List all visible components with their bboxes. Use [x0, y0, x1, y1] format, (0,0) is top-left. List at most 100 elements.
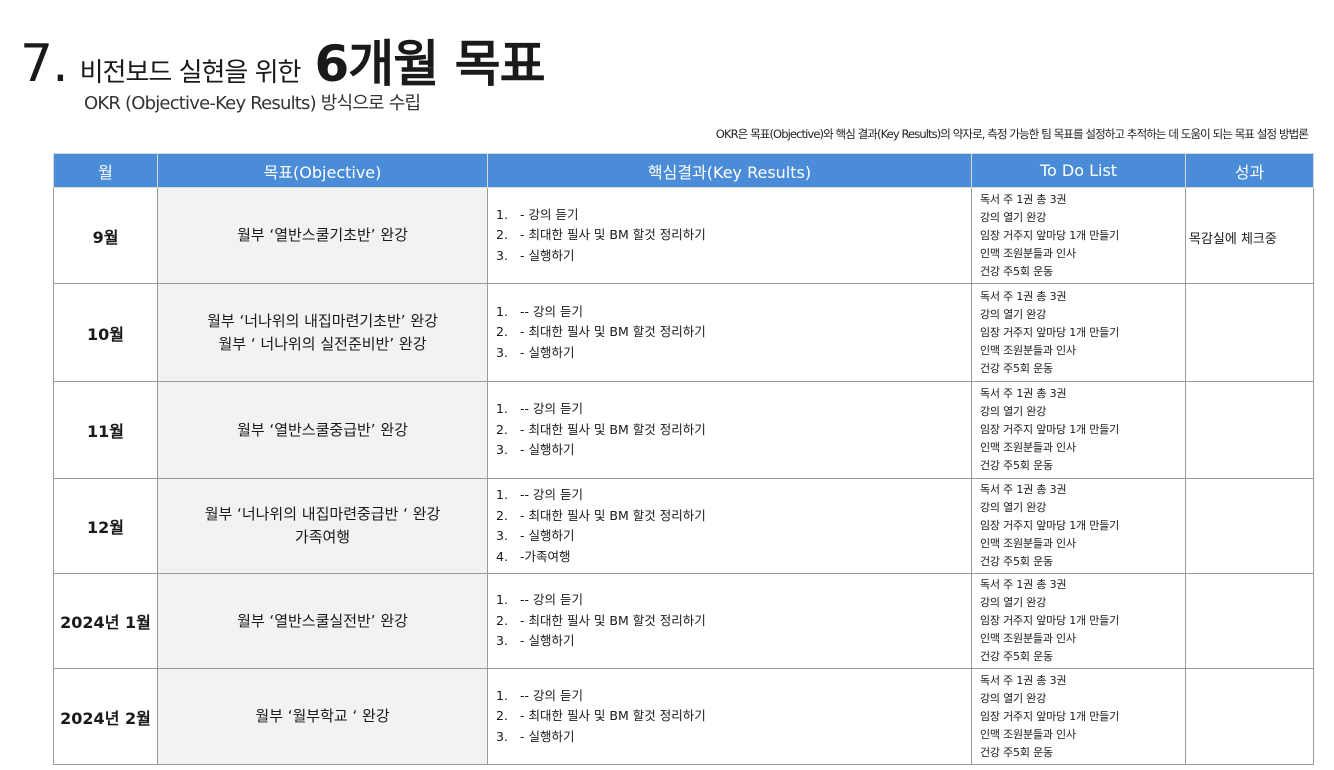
key-result-text: - 최대한 필사 및 BM 할것 정리하기: [520, 612, 706, 628]
key-result-text: -- 강의 듣기: [520, 487, 583, 502]
todo-cell: 독서 주 1권 총 3권 강의 열기 완강 임장 거주지 앞마당 1개 만들기 인맥 …: [971, 381, 1186, 479]
key-results-cell: 1. -- 강의 듣기 2. - 최대한 필사 및 BM 할것 정리하기 3. - 실행하…: [487, 573, 972, 669]
key-result-number: 3.: [496, 247, 508, 263]
key-results-cell: 1. -- 강의 듣기 2. - 최대한 필사 및 BM 할것 정리하기 3. - 실행하…: [487, 668, 972, 765]
key-result-text: - 실행하기: [520, 528, 575, 543]
column-header-result: 성과: [1185, 153, 1314, 188]
todo-item: 임장 거주지 앞마당 1개 만들기: [980, 325, 1120, 339]
result-cell: [1185, 573, 1314, 669]
month-cell: 10월: [53, 283, 158, 382]
objective-line: 월부 ‘열반스쿨중급반’ 완강: [237, 420, 408, 439]
key-result-number: 2.: [496, 507, 508, 523]
key-result-number: 2.: [496, 227, 508, 243]
key-result-item: 2. - 최대한 필사 및 BM 할것 정리하기: [496, 706, 971, 727]
todo-item: 독서 주 1권 총 3권: [980, 483, 1067, 496]
todo-item: 강의 열기 완강: [980, 691, 1047, 705]
okr-note: OKR은 목표(Objective)와 핵심 결과(Key Results)의 …: [715, 127, 1309, 141]
key-results-cell: 1. - 강의 듣기 2. - 최대한 필사 및 BM 할것 정리하기 3. - 실행하기: [487, 187, 972, 284]
key-result-text: -- 강의 듣기: [520, 303, 583, 319]
todo-item: 강의 열기 완강: [980, 405, 1047, 418]
todo-item: 건강 주5회 운동: [980, 650, 1053, 663]
todo-item: 인맥 조원분들과 인사: [980, 727, 1076, 741]
key-result-number: 3.: [496, 344, 508, 360]
todo-item: 인맥 조원분들과 인사: [980, 343, 1076, 357]
key-result-item: 1. -- 강의 듣기: [496, 485, 971, 506]
todo-cell: 독서 주 1권 총 3권강의 열기 완강임장 거주지 앞마당 1개 만들기인맥 …: [971, 187, 1186, 284]
key-result-item: 2. - 최대한 필사 및 BM 할것 정리하기: [496, 506, 971, 527]
column-header-month: 월: [53, 153, 158, 188]
todo-item: 강의 열기 완강: [980, 210, 1047, 224]
column-header-key-results: 핵심결과(Key Results): [487, 153, 972, 188]
key-result-item: 1. -- 강의 듣기: [496, 686, 971, 707]
month-cell: 11월: [53, 381, 158, 479]
result-cell: [1185, 478, 1314, 574]
key-result-number: 3.: [496, 728, 508, 744]
key-result-number: 1.: [496, 303, 508, 319]
key-result-number: 1.: [496, 401, 508, 417]
key-result-text: - 강의 듣기: [520, 206, 579, 222]
todo-item: 인맥 조원분들과 인사: [980, 537, 1076, 550]
key-result-text: - 최대한 필사 및 BM 할것 정리하기: [520, 507, 706, 523]
key-result-number: 3.: [496, 442, 508, 458]
table-row: 12월 월부 ‘너나위의 내집마련중급반 ‘ 완강 가족여행 1. -- 강의 듣기 2.…: [53, 478, 1314, 574]
todo-item: 강의 열기 완강: [980, 501, 1047, 514]
todo-item: 건강 주5회 운동: [980, 361, 1053, 375]
todo-item: 임장 거주지 앞마당 1개 만들기: [980, 709, 1120, 723]
key-result-text: - 실행하기: [520, 728, 575, 744]
objective-cell: 월부 ‘열반스쿨중급반’ 완강: [157, 381, 488, 479]
title-prefix: 비전보드 실현을 위한: [79, 58, 302, 88]
key-results-cell: 1. -- 강의 듣기 2. - 최대한 필사 및 BM 할것 정리하기 3. - 실행하…: [487, 381, 972, 479]
objective-cell: 월부 ‘너나위의 내집마련기초반’ 완강 월부 ‘ 너나위의 실전준비반’ 완강: [157, 283, 488, 382]
key-result-text: - 실행하기: [520, 442, 575, 458]
table-row: 10월 월부 ‘너나위의 내집마련기초반’ 완강 월부 ‘ 너나위의 실전준비반’ …: [53, 283, 1314, 382]
todo-item: 인맥 조원분들과 인사: [980, 246, 1076, 260]
key-result-item: 2. - 최대한 필사 및 BM 할것 정리하기: [496, 225, 971, 246]
todo-cell: 독서 주 1권 총 3권강의 열기 완강임장 거주지 앞마당 1개 만들기인맥 …: [971, 478, 1186, 574]
todo-item: 임장 거주지 앞마당 1개 만들기: [980, 228, 1120, 242]
objective-line: 월부 ‘너나위의 내집마련중급반 ‘ 완강: [204, 505, 441, 523]
table-row: 2024년 1월 월부 ‘열반스쿨실전반’ 완강 1. -- 강의 듣기 2. - 최대한…: [53, 573, 1314, 669]
key-result-item: 3. - 실행하기: [496, 631, 971, 652]
todo-item: 임장 거주지 앞마당 1개 만들기: [980, 519, 1120, 532]
okr-table: 월 목표(Objective) 핵심결과(Key Results) To Do …: [53, 153, 1314, 765]
key-result-text: - 최대한 필사 및 BM 할것 정리하기: [520, 324, 706, 340]
key-result-item: 3. - 실행하기: [496, 526, 971, 547]
todo-item: 건강 주5회 운동: [980, 459, 1053, 472]
key-result-text: -가족여행: [520, 548, 571, 564]
todo-item: 임장 거주지 앞마당 1개 만들기: [980, 614, 1120, 627]
key-result-text: -- 강의 듣기: [520, 401, 583, 417]
todo-item: 건강 주5회 운동: [980, 745, 1053, 759]
todo-item: 건강 주5회 운동: [980, 264, 1053, 278]
table-row: 9월 월부 ‘열반스쿨기초반’ 완강 1. - 강의 듣기 2. - 최대한 필사 및 B…: [53, 187, 1314, 284]
todo-cell: 독서 주 1권 총 3권강의 열기 완강임장 거주지 앞마당 1개 만들기인맥 …: [971, 668, 1186, 765]
key-result-item: 1. -- 강의 듣기: [496, 302, 971, 323]
key-result-item: 3. - 실행하기: [496, 246, 971, 267]
key-result-item: 2. - 최대한 필사 및 BM 할것 정리하기: [496, 420, 971, 441]
objective-line: 월부 ‘열반스쿨기초반’ 완강: [237, 226, 408, 244]
key-result-number: 1.: [496, 592, 508, 608]
todo-item: 인맥 조원분들과 인사: [980, 441, 1076, 454]
todo-item: 독서 주 1권 총 3권: [980, 673, 1067, 687]
todo-item: 독서 주 1권 총 3권: [980, 192, 1067, 206]
objective-line: 월부 ‘ 너나위의 실전준비반’ 완강: [218, 334, 427, 353]
key-result-number: 2.: [496, 708, 508, 724]
todo-item: 인맥 조원분들과 인사: [980, 632, 1076, 645]
key-result-number: 4.: [496, 548, 508, 564]
todo-item: 강의 열기 완강: [980, 596, 1047, 609]
key-result-item: 3. - 실행하기: [496, 343, 971, 364]
result-cell: 목감실에 체크중: [1185, 187, 1314, 284]
objective-cell: 월부 ‘열반스쿨기초반’ 완강: [157, 187, 488, 284]
key-result-number: 1.: [496, 487, 508, 502]
page-title: 7. 비전보드 실현을 위한 6개월 목표: [20, 24, 546, 96]
key-result-text: - 실행하기: [520, 344, 575, 360]
month-cell: 9월: [53, 187, 158, 284]
todo-item: 독서 주 1권 총 3권: [980, 387, 1067, 400]
todo-item: 독서 주 1권 총 3권: [980, 578, 1067, 591]
todo-item: 강의 열기 완강: [980, 307, 1047, 321]
key-results-cell: 1. -- 강의 듣기 2. - 최대한 필사 및 BM 할것 정리하기 3. - 실행하…: [487, 478, 972, 574]
month-cell: 2024년 1월: [53, 573, 158, 669]
key-result-number: 3.: [496, 633, 508, 649]
key-result-text: -- 강의 듣기: [520, 592, 583, 608]
key-result-number: 2.: [496, 324, 508, 340]
key-result-number: 1.: [496, 687, 508, 703]
